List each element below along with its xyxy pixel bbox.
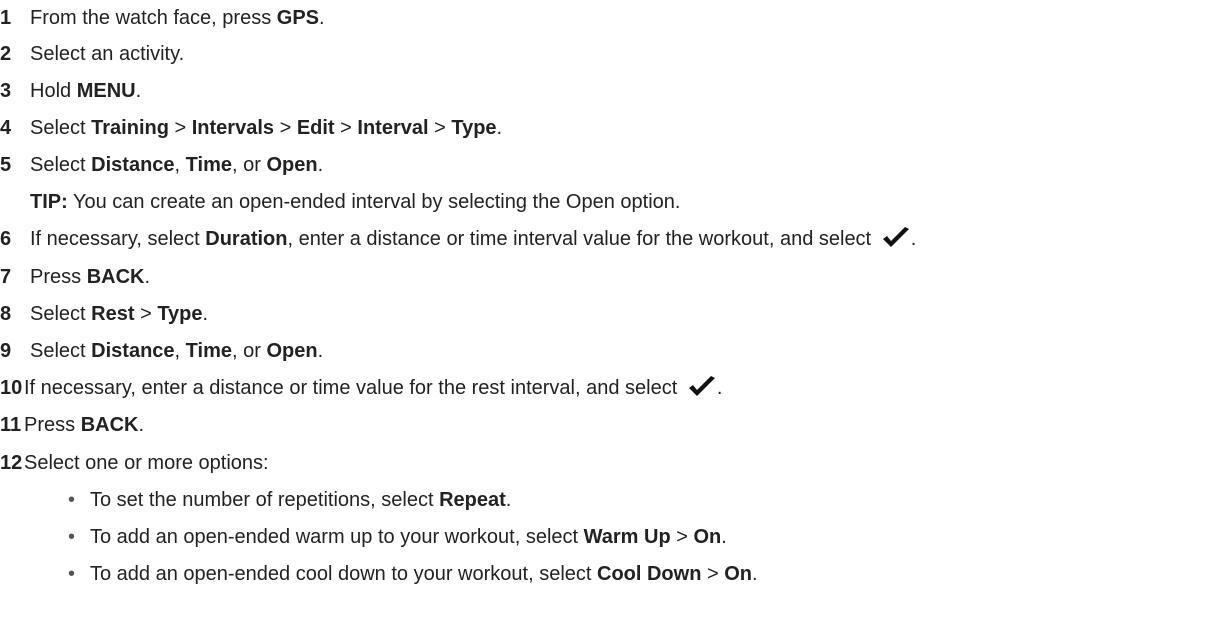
step-text: If necessary, select — [30, 228, 206, 250]
ui-term: Interval — [357, 117, 429, 139]
tip-note: TIP: You can create an open-ended interv… — [0, 184, 680, 220]
ui-term: BACK — [86, 266, 145, 288]
step-number: 4 — [0, 117, 12, 139]
ui-term: Training — [91, 117, 169, 139]
ui-term: Distance — [91, 154, 175, 176]
step-item: 6 If necessary, select Duration, enter a … — [0, 221, 916, 257]
step-item: 4 Select Training > Intervals > Edit > In… — [0, 110, 502, 146]
step-number: 10 — [0, 377, 23, 399]
checkmark-icon — [688, 375, 715, 396]
ui-term: Type — [157, 303, 203, 325]
step-text: , — [174, 340, 186, 362]
ui-term: MENU — [76, 80, 136, 102]
step-number: 8 — [0, 303, 12, 325]
step-number: 3 — [0, 80, 12, 102]
step-text: , or — [231, 340, 267, 362]
ui-term: BACK — [80, 414, 139, 436]
step-item: 12Select one or more options: — [0, 445, 269, 481]
ui-term: Intervals — [191, 117, 275, 139]
step-text: . — [505, 489, 512, 511]
step-text: > — [274, 117, 297, 139]
step-text: To add an open-ended cool down to your w… — [90, 563, 597, 585]
step-text: Select an activity. — [30, 43, 185, 65]
ui-term: On — [693, 526, 722, 548]
step-item: 2 Select an activity. — [0, 36, 184, 72]
option-item: • To add an open-ended cool down to your … — [0, 556, 758, 592]
step-text: From the watch face, press — [30, 7, 277, 29]
step-item: 1 From the watch face, press GPS. — [0, 0, 325, 36]
step-text: . — [317, 340, 324, 362]
step-text: . — [910, 228, 917, 250]
step-text: . — [319, 7, 325, 29]
step-text: > — [168, 117, 192, 139]
step-text: > — [701, 563, 725, 585]
step-text: Press — [24, 414, 81, 436]
bullet-marker: • — [68, 526, 76, 548]
ui-term: GPS — [276, 7, 320, 29]
step-item: 7 Press BACK. — [0, 259, 150, 295]
step-text: Select — [30, 154, 92, 176]
step-text: > — [134, 303, 158, 325]
step-text: , enter a distance or time interval valu… — [287, 228, 877, 250]
step-text: . — [721, 526, 727, 548]
ui-term: Duration — [205, 228, 288, 250]
ui-term: Time — [185, 340, 232, 362]
step-number: 6 — [0, 228, 12, 250]
step-item: 8 Select Rest > Type. — [0, 296, 208, 332]
bullet-marker: • — [68, 563, 76, 585]
ui-term: Open — [266, 154, 318, 176]
step-text: . — [752, 563, 758, 585]
ui-term: Edit — [296, 117, 335, 139]
step-text: , — [174, 154, 186, 176]
step-text: . — [135, 80, 142, 102]
step-text: . — [317, 154, 324, 176]
step-item: 9 Select Distance, Time, or Open. — [0, 333, 323, 369]
checkmark-icon — [882, 226, 909, 247]
ui-term: Cool Down — [597, 563, 702, 585]
step-item: 10If necessary, enter a distance or time… — [0, 370, 722, 406]
ui-term: Distance — [91, 340, 175, 362]
step-item: 5 Select Distance, Time, or Open. — [0, 147, 323, 183]
step-text: > — [428, 117, 452, 139]
ui-term: On — [724, 563, 753, 585]
step-number: 11 — [0, 414, 22, 436]
step-text: > — [334, 117, 358, 139]
instruction-list: 1 From the watch face, press GPS. 2 Select … — [0, 0, 1209, 635]
step-text: . — [202, 303, 209, 325]
step-text: Press — [30, 266, 87, 288]
tip-label: TIP: — [30, 191, 68, 213]
step-text: If necessary, enter a distance or time v… — [24, 377, 683, 399]
step-text: To set the number of repetitions, select — [90, 489, 440, 511]
option-item: • To add an open-ended warm up to your wo… — [0, 519, 727, 555]
tip-text: You can create an open-ended interval by… — [67, 191, 681, 213]
step-text: . — [138, 414, 145, 436]
ui-term: Repeat — [439, 489, 506, 511]
option-item: • To set the number of repetitions, selec… — [0, 482, 511, 518]
step-number: 12 — [0, 452, 23, 474]
step-text: . — [496, 117, 503, 139]
step-text: Select one or more options: — [24, 452, 269, 474]
step-number: 5 — [0, 154, 12, 176]
step-text: Hold — [30, 80, 77, 102]
ui-term: Warm Up — [583, 526, 671, 548]
step-item: 11 Press BACK. — [0, 407, 144, 443]
step-text: Select — [30, 340, 92, 362]
ui-term: Open — [266, 340, 318, 362]
step-text: To add an open-ended warm up to your wor… — [90, 526, 584, 548]
ui-term: Time — [185, 154, 232, 176]
step-text: > — [670, 526, 694, 548]
step-number: 7 — [0, 266, 12, 288]
step-number: 1 — [0, 7, 12, 29]
step-number: 2 — [0, 43, 12, 65]
bullet-marker: • — [68, 489, 76, 511]
step-text: , or — [231, 154, 267, 176]
step-text: Select — [30, 117, 92, 139]
ui-term: Rest — [91, 303, 135, 325]
step-text: Select — [30, 303, 92, 325]
step-number: 9 — [0, 340, 12, 362]
step-text: . — [144, 266, 151, 288]
step-item: 3 Hold MENU. — [0, 73, 141, 109]
ui-term: Type — [451, 117, 497, 139]
step-text: . — [716, 377, 723, 399]
